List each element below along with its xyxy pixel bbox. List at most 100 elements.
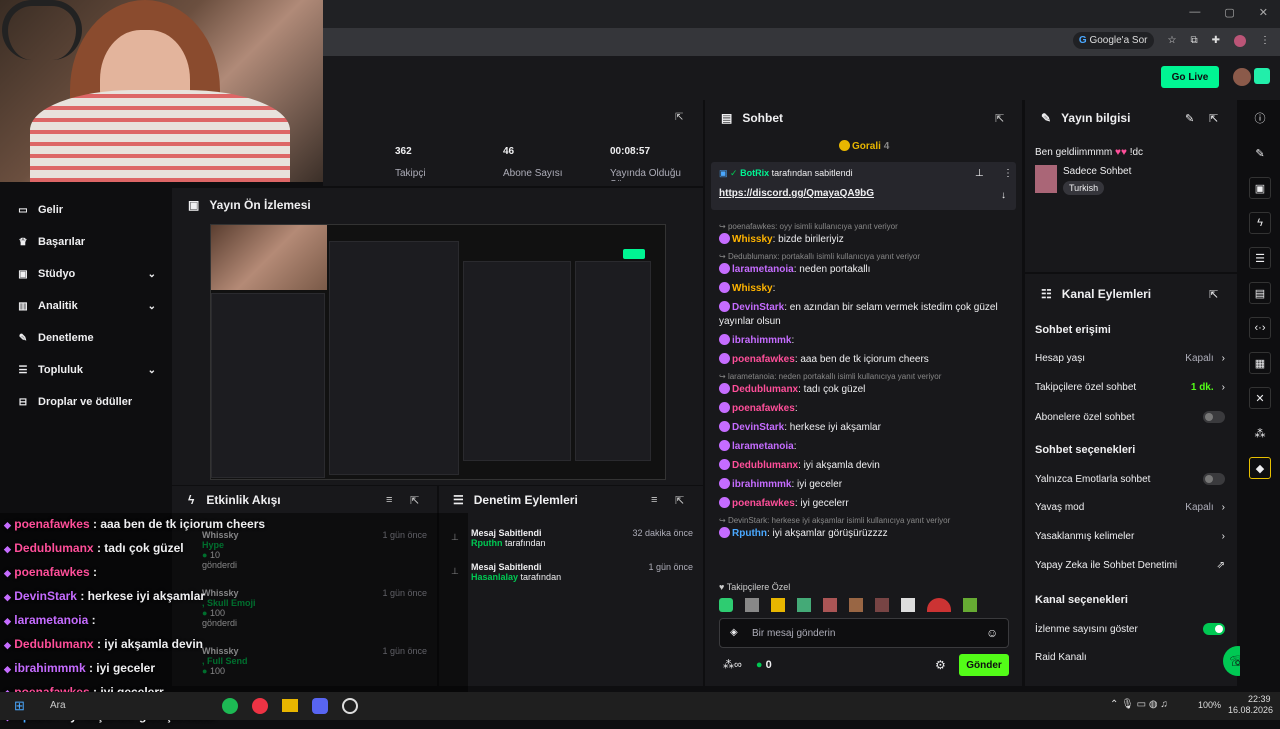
maximize-icon[interactable]: ▢ <box>1224 6 1234 19</box>
menu-icon[interactable]: ⋮ <box>1260 35 1270 46</box>
chat-user[interactable]: ibrahimmmk <box>732 479 791 490</box>
sidebar-item[interactable]: ☰ Topluluk ⌄ <box>0 354 172 386</box>
obs-icon[interactable] <box>342 698 358 714</box>
chat-user[interactable]: poenafawkes <box>732 354 795 365</box>
layers-icon[interactable]: ▦ <box>1249 352 1271 374</box>
sidebar-item[interactable]: ▭ Gelir <box>0 194 172 226</box>
chat-message[interactable]: poenafawkes: <box>719 402 1015 416</box>
emote-icon[interactable] <box>745 598 759 612</box>
discord-icon[interactable] <box>312 698 328 714</box>
sidebar-item[interactable]: ♛ Başarılar <box>0 226 172 258</box>
sidebar-item[interactable]: ⊟ Droplar ve ödüller <box>0 386 172 418</box>
emote-icon[interactable] <box>849 598 863 612</box>
google-ask-button[interactable]: G Google'a Sor <box>1072 32 1154 49</box>
sidebar-item[interactable]: ▣ Stüdyo ⌄ <box>0 258 172 290</box>
close-icon[interactable]: ✕ <box>1259 6 1268 19</box>
chat-icon[interactable]: ▤ <box>1249 282 1271 304</box>
chat-message[interactable]: Dedublumanx: iyi akşamla devin <box>719 459 1015 473</box>
bolt-icon[interactable]: ϟ <box>1249 212 1271 234</box>
show-viewers-toggle[interactable] <box>1203 623 1225 635</box>
sidebar-item[interactable]: ▥ Analitik ⌄ <box>0 290 172 322</box>
emote-icon[interactable] <box>875 598 889 612</box>
chat-user[interactable]: DevinStark <box>732 302 784 313</box>
profile-icon[interactable] <box>1234 34 1246 47</box>
chat-message[interactable]: ibrahimmmk: iyi geceler <box>719 478 1015 492</box>
go-live-button[interactable]: Go Live <box>1161 66 1219 88</box>
emote-icon[interactable] <box>797 598 811 612</box>
chat-user[interactable]: poenafawkes <box>732 403 795 414</box>
points-display[interactable]: ● 0 <box>756 659 772 671</box>
modlog-user[interactable]: Hasanlalay <box>471 572 518 582</box>
tray-icons[interactable]: ⌃ 🎙 ▭ ◍ ♫ <box>1110 699 1168 710</box>
pinned-link[interactable]: https://discord.gg/QmayaQA9bG <box>719 188 874 199</box>
chat-message[interactable]: ibrahimmmk: <box>719 334 1015 348</box>
pin-icon[interactable]: ⊥ <box>975 168 984 179</box>
chat-user[interactable]: Rputhn <box>732 528 767 539</box>
bookmark-icon[interactable]: ☆ <box>1168 35 1177 46</box>
chat-message[interactable]: larametanoia: neden portakallı <box>719 263 1015 277</box>
preview-icon[interactable]: ▣ <box>1249 177 1271 199</box>
wrench-icon[interactable]: ✕ <box>1249 387 1271 409</box>
chat-user[interactable]: poenafawkes <box>732 498 795 509</box>
chat-user[interactable]: Dedublumanx <box>732 384 798 395</box>
extension-icon[interactable]: ⧉ <box>1190 35 1197 46</box>
chat-message[interactable]: Rputhn: iyi akşamlar görüşürüzzzz <box>719 527 1015 541</box>
emote-icon[interactable] <box>927 598 951 612</box>
taskbar-search[interactable]: Ara <box>50 700 66 711</box>
popout-icon[interactable]: ⇱ <box>675 112 683 123</box>
chat-message[interactable]: Whissky: <box>719 282 1015 296</box>
list-icon[interactable]: ☰ <box>1249 247 1271 269</box>
emote-icon[interactable] <box>963 598 977 612</box>
emoji-icon[interactable]: ☺ <box>986 626 998 640</box>
folder-icon[interactable] <box>282 699 298 712</box>
chat-user[interactable]: Whissky <box>732 234 773 245</box>
more-icon[interactable]: ⋮ <box>1003 168 1013 179</box>
popout-icon[interactable]: ⇱ <box>995 112 1004 125</box>
emote-icon[interactable] <box>771 598 785 612</box>
emote-icon[interactable] <box>901 598 915 612</box>
popout-icon[interactable]: ⇱ <box>1209 288 1218 301</box>
chrome-icon[interactable] <box>252 698 268 714</box>
chat-user[interactable]: DevinStark <box>732 422 784 433</box>
ai-mod-row[interactable]: Yapay Zeka ile Sohbet Denetimi ⇗ <box>1035 560 1225 571</box>
followers-chat-row[interactable]: Takipçilere özel sohbet 1 dk. › <box>1035 382 1225 393</box>
slow-mode-row[interactable]: Yavaş mod Kapalı › <box>1035 502 1225 513</box>
chat-message[interactable]: larametanoia: <box>719 440 1015 454</box>
emote-only-toggle[interactable] <box>1203 473 1225 485</box>
sidebar-item[interactable]: ✎ Denetleme <box>0 322 172 354</box>
chat-message[interactable]: Dedublumanx: tadı çok güzel <box>719 383 1015 397</box>
arrow-down-icon[interactable]: ↓ <box>1001 190 1006 201</box>
chat-message[interactable]: poenafawkes: aaa ben de tk içiorum cheer… <box>719 353 1015 367</box>
infinity-icon[interactable]: ⁂∞ <box>723 658 742 671</box>
chat-message[interactable]: poenafawkes: iyi gecelerr <box>719 497 1015 511</box>
emote-icon[interactable] <box>823 598 837 612</box>
account-age-row[interactable]: Hesap yaşı Kapalı › <box>1035 353 1225 364</box>
code-icon[interactable]: ‹·› <box>1249 317 1271 339</box>
windows-start-icon[interactable]: ⊞ <box>14 698 25 714</box>
settings-icon[interactable]: ⚙ <box>935 658 946 672</box>
avatar[interactable] <box>1233 68 1251 86</box>
modlog-user[interactable]: Rputhn <box>471 538 503 548</box>
chat-message[interactable]: DevinStark: en azından bir selam vermek … <box>719 301 1015 329</box>
spotify-icon[interactable] <box>222 698 238 714</box>
edit-icon[interactable]: ✎ <box>1185 112 1194 125</box>
popout-icon[interactable]: ⇱ <box>410 494 419 507</box>
chat-user[interactable]: larametanoia <box>732 264 794 275</box>
chat-user[interactable]: larametanoia <box>732 441 794 452</box>
emote-icon[interactable] <box>719 598 733 612</box>
chat-message[interactable]: DevinStark: herkese iyi akşamlar <box>719 421 1015 435</box>
popout-icon[interactable]: ⇱ <box>675 494 684 507</box>
chat-user[interactable]: Dedublumanx <box>732 460 798 471</box>
minimize-icon[interactable]: — <box>1189 6 1200 19</box>
raid-channel-row[interactable]: Raid Kanalı <box>1035 652 1087 663</box>
users-icon[interactable]: ⁂ <box>1249 422 1271 444</box>
app-switch-icon[interactable] <box>1254 68 1270 84</box>
pencil-icon[interactable]: ✎ <box>1249 142 1271 164</box>
filter-icon[interactable]: ≡ <box>386 494 392 506</box>
subs-chat-toggle[interactable] <box>1203 411 1225 423</box>
send-button[interactable]: Gönder <box>959 654 1009 676</box>
puzzle-icon[interactable]: ✚ <box>1212 35 1220 46</box>
chat-user[interactable]: Whissky <box>732 283 773 294</box>
filter-icon[interactable]: ≡ <box>651 494 657 506</box>
category-name[interactable]: Sadece Sohbet <box>1063 166 1131 177</box>
